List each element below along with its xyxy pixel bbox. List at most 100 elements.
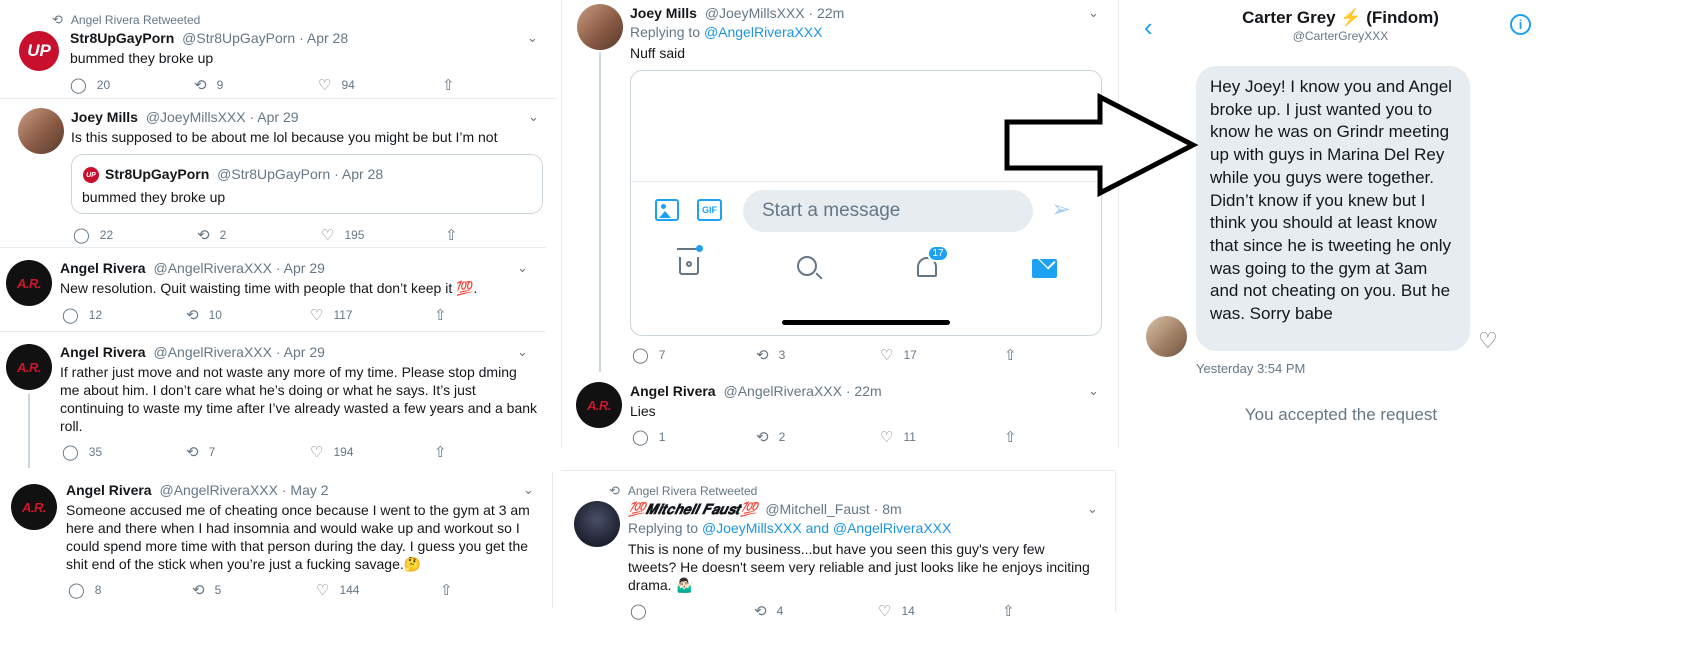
retweet-button[interactable]: ⟲ 3: [756, 346, 880, 364]
mail-icon[interactable]: [1032, 259, 1057, 278]
reply-button[interactable]: ◯ 7: [632, 346, 756, 364]
author-name[interactable]: Angel Rivera: [630, 383, 716, 399]
tweet-str8up[interactable]: ⟲ Angel Rivera Retweeted UP Str8UpGayPorn…: [0, 0, 560, 100]
reply-icon: ◯: [62, 307, 79, 324]
author-name[interactable]: Angel Rivera: [66, 482, 152, 498]
tweet-date[interactable]: · Apr 29: [276, 260, 325, 276]
like-button[interactable]: ♡ 144: [316, 581, 440, 599]
image-icon[interactable]: [655, 199, 679, 221]
reply-button[interactable]: ◯ 20: [70, 76, 194, 94]
retweet-icon: ⟲: [186, 444, 199, 461]
avatar[interactable]: A.R.: [6, 260, 52, 306]
like-button[interactable]: ♡ 17: [880, 346, 1004, 364]
tweet-date[interactable]: · Apr 29: [250, 109, 299, 125]
gif-icon[interactable]: GIF: [697, 199, 722, 221]
author-name[interactable]: Str8UpGayPorn: [70, 30, 174, 46]
author-handle[interactable]: @Mitchell_Faust: [765, 501, 869, 517]
retweet-button[interactable]: ⟲ 4: [754, 602, 878, 620]
chevron-down-icon[interactable]: ⌄: [1087, 501, 1098, 517]
tweet-date[interactable]: · 8m: [874, 501, 902, 517]
share-button[interactable]: ⇧: [442, 76, 465, 94]
message-bubble[interactable]: Hey Joey! I know you and Angel broke up.…: [1196, 66, 1470, 351]
like-button[interactable]: ♡ 195: [321, 226, 445, 244]
avatar[interactable]: A.R.: [11, 484, 57, 530]
tweet-angel-2[interactable]: A.R. Angel Rivera @AngelRiveraXXX · Apr …: [0, 332, 560, 468]
tweet-angel-4[interactable]: A.R. Angel Rivera @AngelRiveraXXX · 22m …: [561, 372, 1117, 452]
heart-add-icon[interactable]: ♡: [1478, 328, 1498, 354]
like-button[interactable]: ♡ 194: [310, 443, 434, 461]
bell-icon[interactable]: 17: [917, 245, 949, 277]
quoted-tweet[interactable]: UP Str8UpGayPorn @Str8UpGayPorn · Apr 28…: [71, 154, 543, 214]
avatar[interactable]: UP: [16, 28, 62, 74]
chevron-down-icon[interactable]: ⌄: [528, 109, 539, 125]
tweet-angel-1[interactable]: A.R. Angel Rivera @AngelRiveraXXX · Apr …: [0, 248, 560, 332]
author-name[interactable]: 💯𝑴𝒊𝒕𝒄𝒉𝒆𝒍𝒍 𝑭𝒂𝒖𝒔𝒕💯: [628, 501, 757, 517]
tweet-angel-3[interactable]: A.R. Angel Rivera @AngelRiveraXXX · May …: [0, 472, 560, 608]
send-icon[interactable]: ➢: [1051, 195, 1071, 224]
avatar[interactable]: [577, 4, 623, 50]
message-input[interactable]: Start a message: [743, 190, 1033, 232]
share-button[interactable]: ⇧: [1004, 428, 1027, 446]
tweet-date[interactable]: · Apr 28: [299, 30, 348, 46]
chevron-down-icon[interactable]: ⌄: [1088, 383, 1099, 399]
author-handle[interactable]: @AngelRiveraXXX: [159, 482, 278, 498]
avatar[interactable]: A.R.: [576, 382, 622, 428]
tweet-text: bummed they broke up: [70, 50, 214, 66]
home-indicator: [782, 320, 950, 325]
reply-button[interactable]: ◯: [630, 602, 754, 620]
tweet-mitchell[interactable]: ⟲ Angel Rivera Retweeted 💯𝑴𝒊𝒕𝒄𝒉𝒆𝒍𝒍 𝑭𝒂𝒖𝒔𝒕💯…: [561, 472, 1117, 620]
share-button[interactable]: ⇧: [434, 306, 457, 324]
author-name[interactable]: Angel Rivera: [60, 344, 146, 360]
mention-link[interactable]: @JoeyMillsXXX and @AngelRiveraXXX: [702, 520, 951, 536]
chevron-down-icon[interactable]: ⌄: [523, 482, 534, 498]
author-name[interactable]: Joey Mills: [71, 109, 138, 125]
chevron-down-icon[interactable]: ⌄: [1088, 5, 1099, 21]
mention-link[interactable]: @AngelRiveraXXX: [704, 24, 823, 40]
reply-button[interactable]: ◯ 12: [62, 306, 186, 324]
reply-button[interactable]: ◯ 1: [632, 428, 756, 446]
share-button[interactable]: ⇧: [434, 443, 457, 461]
avatar[interactable]: A.R.: [6, 344, 52, 390]
back-icon[interactable]: ‹: [1144, 12, 1153, 43]
like-button[interactable]: ♡ 11: [880, 428, 1004, 446]
search-icon[interactable]: [797, 256, 823, 280]
avatar[interactable]: [1146, 316, 1187, 357]
author-handle[interactable]: @AngelRiveraXXX: [153, 260, 272, 276]
retweet-button[interactable]: ⟲ 2: [197, 226, 321, 244]
tweet-date[interactable]: · May 2: [282, 482, 329, 498]
chevron-down-icon[interactable]: ⌄: [527, 30, 538, 46]
avatar[interactable]: [18, 108, 64, 154]
author-name[interactable]: Angel Rivera: [60, 260, 146, 276]
tweet-actions: ◯ 20 ⟲ 9 ♡ 94 ⇧: [70, 76, 465, 94]
reply-button[interactable]: ◯ 35: [62, 443, 186, 461]
share-button[interactable]: ⇧: [445, 226, 468, 244]
avatar[interactable]: [574, 501, 620, 547]
retweet-button[interactable]: ⟲ 10: [186, 306, 310, 324]
retweet-button[interactable]: ⟲ 9: [194, 76, 318, 94]
tweet-date[interactable]: · Apr 29: [276, 344, 325, 360]
author-handle[interactable]: @AngelRiveraXXX: [153, 344, 272, 360]
author-name[interactable]: Joey Mills: [630, 5, 697, 21]
share-button[interactable]: ⇧: [1004, 346, 1027, 364]
chevron-down-icon[interactable]: ⌄: [517, 260, 528, 276]
tweet-date[interactable]: · 22m: [846, 383, 882, 399]
info-icon[interactable]: i: [1510, 14, 1531, 35]
tweet-date[interactable]: · 22m: [809, 5, 845, 21]
chevron-down-icon[interactable]: ⌄: [517, 344, 528, 360]
reply-button[interactable]: ◯ 8: [68, 581, 192, 599]
author-handle[interactable]: @JoeyMillsXXX: [146, 109, 246, 125]
tweet-joey-1[interactable]: Joey Mills @JoeyMillsXXX · Apr 29 ⌄ Is t…: [0, 100, 560, 248]
retweet-button[interactable]: ⟲ 5: [192, 581, 316, 599]
author-handle[interactable]: @JoeyMillsXXX: [705, 5, 805, 21]
retweet-button[interactable]: ⟲ 2: [756, 428, 880, 446]
home-icon[interactable]: [677, 245, 703, 275]
reply-button[interactable]: ◯ 22: [73, 226, 197, 244]
share-button[interactable]: ⇧: [1002, 602, 1025, 620]
like-button[interactable]: ♡ 94: [318, 76, 442, 94]
author-handle[interactable]: @Str8UpGayPorn: [182, 30, 295, 46]
share-button[interactable]: ⇧: [440, 581, 463, 599]
like-button[interactable]: ♡ 14: [878, 602, 1002, 620]
retweet-button[interactable]: ⟲ 7: [186, 443, 310, 461]
author-handle[interactable]: @AngelRiveraXXX: [723, 383, 842, 399]
like-button[interactable]: ♡ 117: [310, 306, 434, 324]
